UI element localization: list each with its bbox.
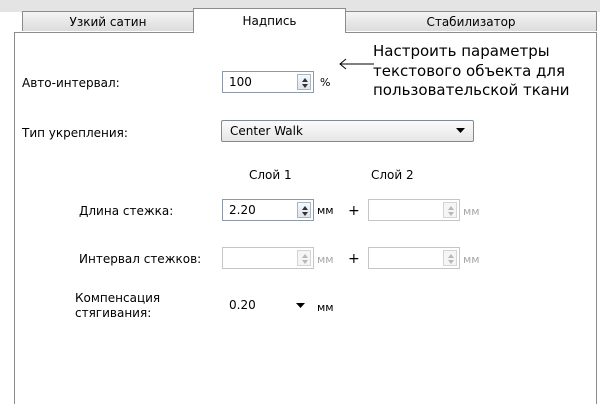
pull-comp-value: 0.20 — [229, 298, 256, 312]
chevron-down-icon — [296, 303, 305, 308]
stitch-length-layer2-unit: мм — [463, 205, 480, 218]
stitch-length-layer1-spinner[interactable] — [297, 202, 311, 218]
stitch-length-layer2-input[interactable] — [368, 199, 460, 221]
stitch-spacing-label: Интервал стежков: — [79, 252, 202, 266]
stitch-spacing-layer2-spinner[interactable] — [443, 250, 457, 266]
stitch-spacing-layer2-unit: мм — [463, 253, 480, 266]
callout-text: Настроить параметры текстового объекта д… — [373, 42, 570, 101]
spinner-arrows-icon — [302, 78, 308, 88]
spinner-arrows-icon — [448, 206, 454, 216]
tab-narrow-satin[interactable]: Узкий сатин — [22, 11, 194, 31]
layer2-header: Слой 2 — [371, 168, 414, 182]
spinner-arrows-icon — [302, 254, 308, 264]
tab-stabilizer[interactable]: Стабилизатор — [345, 11, 597, 31]
stitch-length-layer1-value: 2.20 — [229, 203, 256, 217]
callout-line-1: Настроить параметры — [373, 42, 550, 60]
stitch-spacing-plus: + — [348, 251, 360, 267]
pull-comp-select[interactable]: 0.20 — [222, 295, 314, 317]
auto-spacing-spinner[interactable] — [297, 74, 311, 90]
auto-spacing-input[interactable]: 100 — [222, 71, 314, 93]
layer1-header: Слой 1 — [249, 168, 292, 182]
underlay-type-select[interactable]: Center Walk — [221, 120, 474, 142]
spinner-arrows-icon — [448, 254, 454, 264]
callout-line-2: текстового объекта для — [373, 61, 566, 80]
stitch-spacing-layer1-input[interactable] — [222, 247, 314, 269]
callout-arrow — [339, 58, 374, 70]
stitch-length-layer1-unit: мм — [317, 204, 334, 217]
pull-comp-unit: мм — [317, 301, 334, 314]
callout-line-3: пользовательской ткани — [373, 81, 570, 99]
chevron-down-icon — [456, 128, 465, 133]
stitch-length-label: Длина стежка: — [79, 204, 174, 218]
stitch-length-layer2-spinner[interactable] — [443, 202, 457, 218]
pull-comp-label-line2: стягивания: — [75, 306, 152, 320]
underlay-type-label: Тип укрепления: — [22, 126, 128, 140]
stitch-length-plus: + — [348, 203, 360, 219]
stitch-length-layer1-input[interactable]: 2.20 — [222, 199, 314, 221]
auto-spacing-value: 100 — [229, 75, 252, 89]
auto-spacing-unit: % — [320, 76, 331, 89]
auto-spacing-label: Авто-интервал: — [22, 76, 120, 90]
stitch-spacing-layer1-spinner[interactable] — [297, 250, 311, 266]
pull-comp-label-line1: Компенсация — [75, 291, 161, 305]
tab-lettering[interactable]: Надпись — [193, 8, 346, 33]
stitch-spacing-layer2-input[interactable] — [368, 247, 460, 269]
stitch-spacing-layer1-unit: мм — [317, 253, 334, 266]
pull-comp-label: Компенсация стягивания: — [75, 291, 160, 321]
spinner-arrows-icon — [302, 206, 308, 216]
underlay-type-value: Center Walk — [230, 124, 303, 138]
